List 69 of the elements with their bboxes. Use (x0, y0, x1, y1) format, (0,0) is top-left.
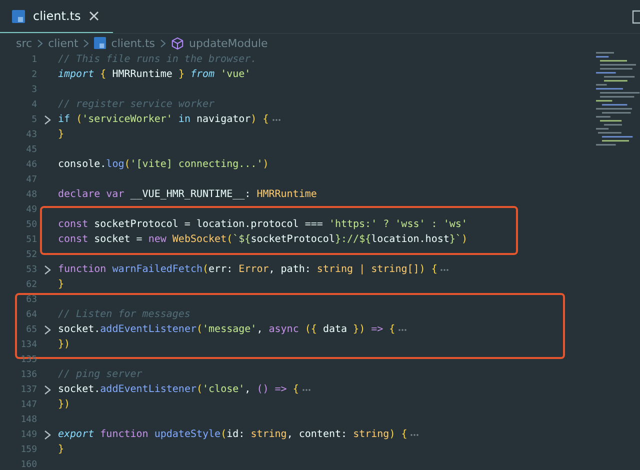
code-line: const socketProtocol = location.protocol === 'https:' ? 'wss' : 'ws' (58, 219, 468, 230)
line-number: 3 (30, 84, 37, 94)
line-number: 2 (30, 70, 37, 80)
line-number: 53 (25, 264, 37, 274)
code-line: socket.addEventListener('close', () => { (58, 384, 299, 395)
line-number: 148 (20, 414, 37, 424)
close-icon[interactable] (88, 11, 99, 21)
folded-ellipsis-icon[interactable] (272, 116, 281, 122)
line-number: 45 (25, 144, 37, 154)
breadcrumb-item[interactable]: client.ts (111, 36, 156, 50)
line-number: 62 (25, 280, 37, 290)
line-number: 46 (25, 160, 37, 170)
breadcrumb-item[interactable]: client (48, 36, 78, 50)
code-line: console.log('[vite] connecting...') (58, 159, 269, 170)
typescript-file-icon (94, 37, 106, 49)
code-line: // ping server (58, 369, 142, 380)
code-line: function warnFailedFetch(err: Error, path: string | string[]) { (58, 264, 438, 275)
code-line: if ('serviceWorker' in navigator) { (58, 114, 269, 125)
line-number: 48 (25, 190, 37, 200)
fold-chevron-icon[interactable] (44, 384, 51, 394)
editor-tab[interactable]: client.ts (0, 0, 113, 33)
code-line: import { HMRRuntime } from 'vue' (58, 69, 251, 80)
code-line: socket.addEventListener('message', async ({ data }) => { (58, 324, 396, 335)
line-number: 51 (25, 234, 37, 244)
line-number: 4 (30, 100, 37, 110)
chevron-icon (83, 38, 90, 48)
typescript-file-icon (12, 10, 25, 22)
line-number: 5 (30, 114, 37, 124)
code-line: // Listen for messages (58, 309, 190, 320)
line-number: 159 (20, 444, 37, 454)
breadcrumb-item[interactable]: src (16, 36, 32, 50)
cube-icon (171, 36, 184, 50)
chevron-icon (37, 38, 44, 48)
line-number: 134 (20, 340, 37, 350)
fold-chevron-icon[interactable] (44, 430, 51, 440)
line-number: 137 (20, 384, 37, 394)
code-line: // This file runs in the browser. (58, 54, 257, 65)
line-number: 52 (25, 250, 37, 260)
fold-chevron-icon[interactable] (44, 264, 51, 274)
folded-ellipsis-icon[interactable] (410, 432, 420, 438)
breadcrumb-item[interactable]: updateModule (189, 36, 268, 50)
code-line: declare var __VUE_HMR_RUNTIME__: HMRRuntime (58, 189, 317, 200)
code-line: export function updateStyle(id: string, content: string) { (58, 429, 408, 440)
line-number: 136 (20, 370, 37, 380)
fold-chevron-icon[interactable] (44, 324, 51, 334)
chevron-icon (160, 38, 166, 48)
line-number: 49 (25, 204, 37, 214)
folded-ellipsis-icon[interactable] (440, 266, 450, 272)
folded-ellipsis-icon[interactable] (302, 386, 311, 392)
split-editor-icon[interactable] (632, 10, 640, 24)
line-number: 65 (25, 324, 37, 334)
code-line: }) (58, 339, 70, 350)
code-line: } (58, 444, 64, 455)
code-line: }) (58, 399, 70, 410)
line-number: 63 (25, 294, 37, 304)
line-number: 47 (25, 174, 37, 184)
fold-chevron-icon[interactable] (44, 114, 51, 124)
line-number: 43 (25, 130, 37, 140)
line-number: 147 (20, 400, 37, 410)
line-number: 1 (30, 54, 37, 64)
line-number: 50 (25, 220, 37, 230)
code-line: // register service worker (58, 99, 215, 110)
code-line: } (58, 129, 64, 140)
line-number: 149 (20, 430, 37, 440)
folded-ellipsis-icon[interactable] (398, 326, 408, 332)
code-line: const socket = new WebSocket(`${socketProtocol}://${location.host}`) (58, 234, 468, 245)
code-line: } (58, 279, 64, 290)
line-number: 64 (25, 310, 37, 320)
line-number: 160 (20, 460, 37, 470)
